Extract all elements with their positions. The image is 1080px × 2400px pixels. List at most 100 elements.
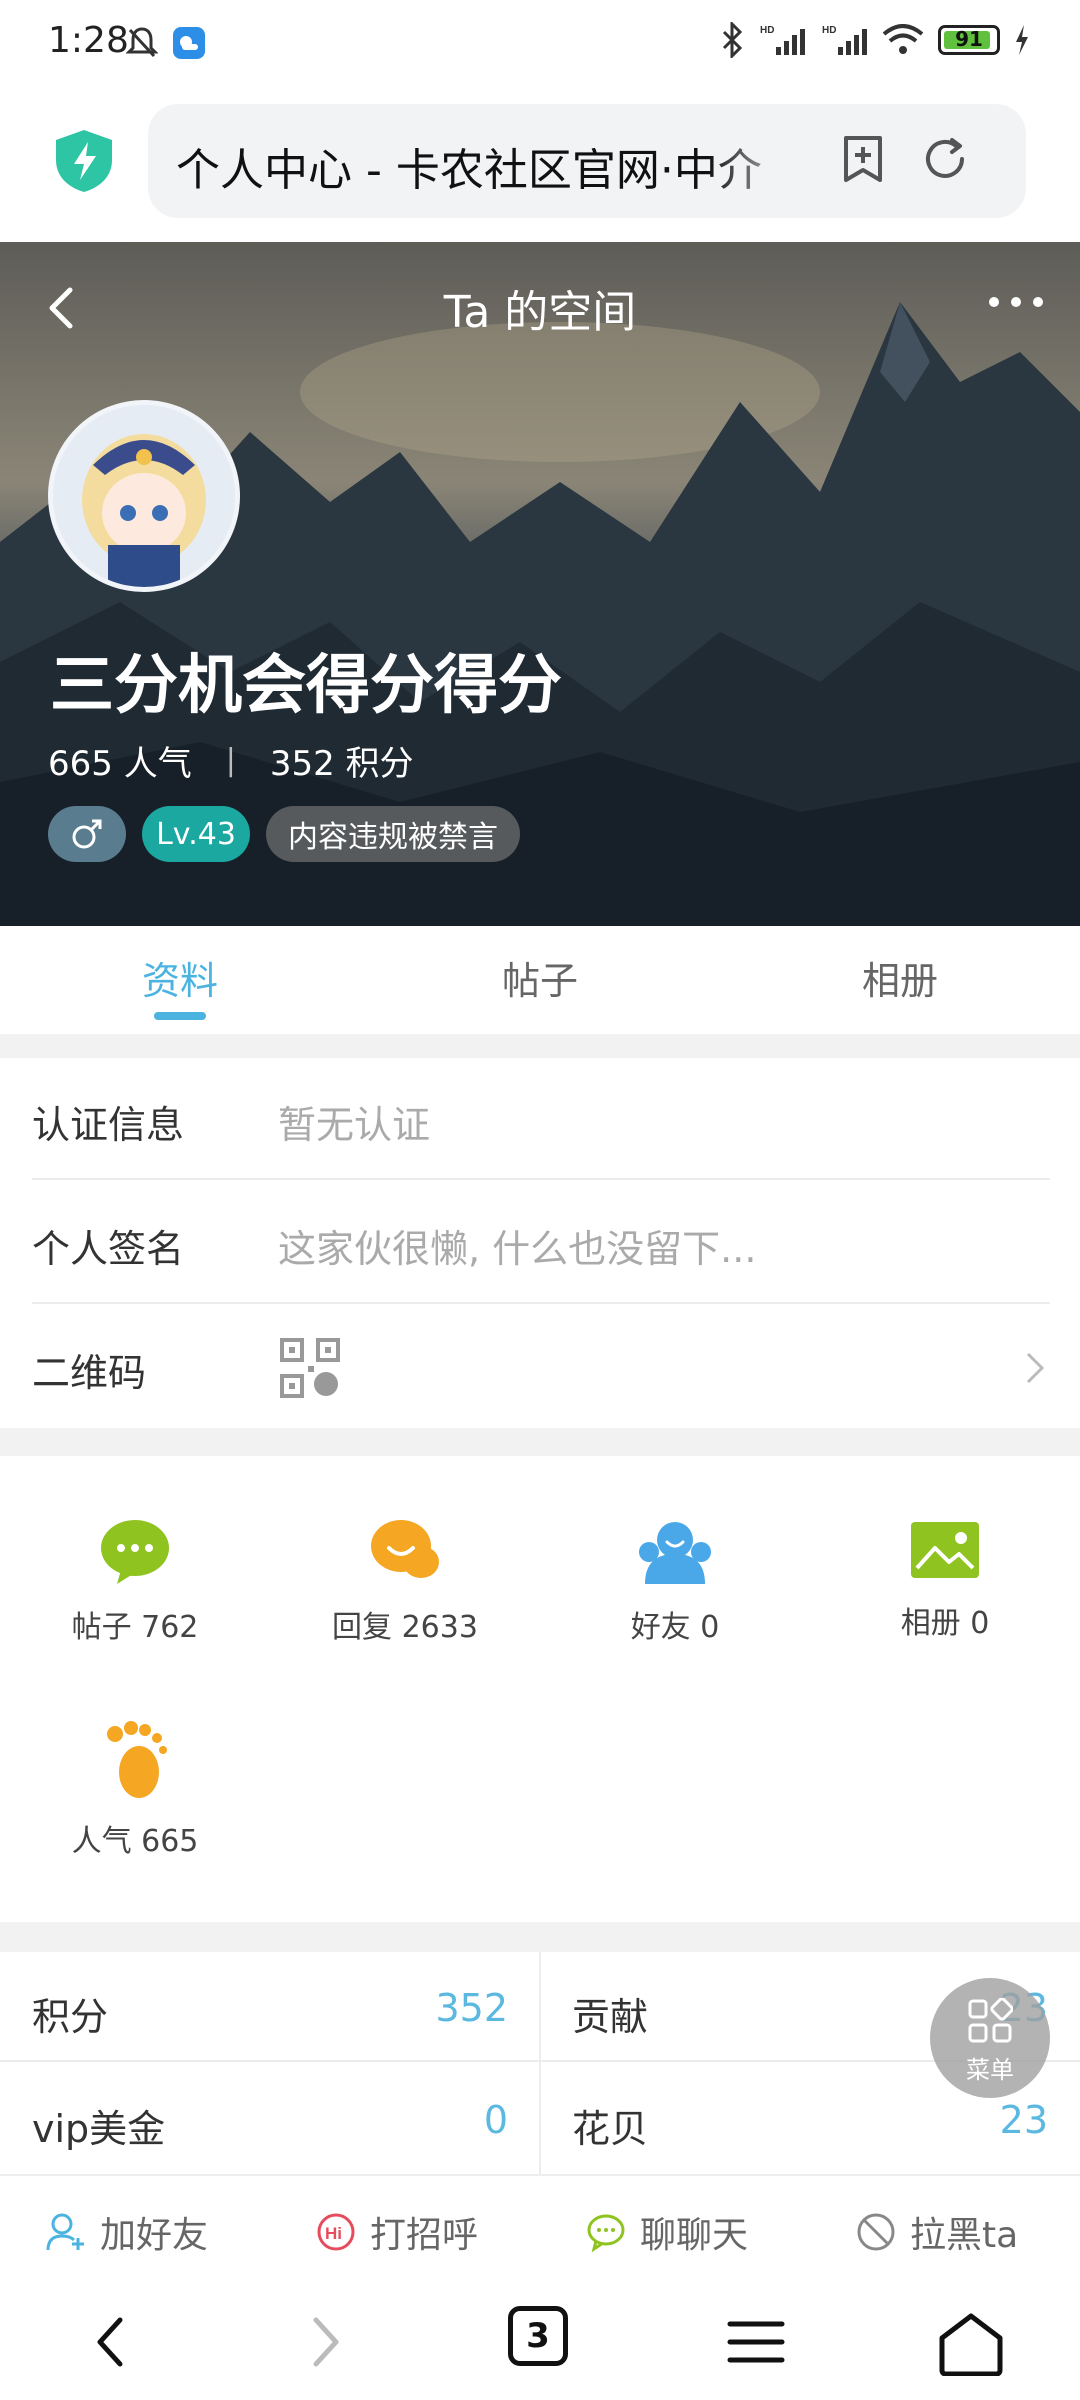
more-options-icon[interactable] [986,292,1046,312]
score-cell: 积分 352 [0,1952,540,2062]
footprint-icon [107,1721,167,1798]
cert-value: 暂无认证 [278,1103,431,1147]
menu-label: 菜单 [966,2056,1014,2084]
qr-code-row[interactable]: 二维码 [32,1306,1050,1428]
cert-label: 认证信息 [32,1103,185,1147]
address-bar[interactable]: 个人中心 - 卡农社区官网·中介 [148,104,1026,218]
greet-button[interactable]: Hi 打招呼 [316,2206,478,2258]
weather-icon [173,27,205,59]
section-divider [0,1034,1080,1058]
signature-label: 个人签名 [32,1227,185,1271]
page-title[interactable]: 个人中心 - 卡农社区官网·中介 [176,134,786,198]
tab-albums[interactable]: 相册 [720,926,1080,1034]
tab-posts-label: 帖子 [501,959,578,1003]
signature-row: 个人签名 这家伙很懒, 什么也没留下... [32,1182,1050,1304]
tab-albums-label: 相册 [861,959,938,1003]
bookmark-add-icon[interactable] [836,132,890,186]
nav-back-icon[interactable] [90,2312,130,2372]
user-stats: 665 人气 | 352 积分 [48,736,414,785]
flower-value: 23 [999,2098,1048,2142]
vip-value: 0 [483,2098,508,2142]
friends-icon [639,1522,711,1584]
mute-bell-icon [126,27,158,58]
add-friend-button[interactable]: 加好友 [46,2206,208,2258]
username: 三分机会得分得分 [50,649,562,723]
profile-tabs: 资料 帖子 相册 [0,926,1080,1034]
vip-cell: vip美金 0 [0,2064,540,2174]
action-bar: 加好友 Hi 打招呼 聊聊天 拉黑ta [0,2174,1080,2284]
tab-profile-label: 资料 [141,959,218,1003]
chat-label: 聊聊天 [640,2215,749,2256]
photo-icon [911,1522,979,1578]
points-count: 352 积分 [269,744,414,784]
popularity-grid-count: 人气 665 [71,1824,199,1859]
battery-icon: 91 [938,25,1000,55]
activity-grid: 帖子 762 回复 2633 好友 0 相册 0 人气 665 [0,1456,1080,1922]
profile-header: Ta 的空间 三分机会得分得分 665 人气 | 352 积分 Lv.43 内容… [0,242,1080,926]
level-badge: Lv.43 [142,806,250,862]
contribution-label: 贡献 [572,1995,649,2039]
status-bar: 1:28 HD HD 91 [0,0,1080,92]
browser-nav-bar: 3 [0,2284,1080,2400]
hamburger-menu-icon[interactable] [726,2312,786,2372]
reply-bubble-icon [371,1520,439,1578]
home-icon[interactable] [936,2312,1006,2376]
flower-label: 花贝 [572,2107,649,2151]
avatar-image [53,405,235,587]
grid-item-posts[interactable]: 帖子 762 [0,1518,270,1646]
section-divider [0,1922,1080,1952]
tab-posts[interactable]: 帖子 [360,926,720,1034]
vip-label: vip美金 [32,2107,166,2151]
chat-button[interactable]: 聊聊天 [586,2206,748,2258]
qr-code-icon [280,1338,340,1398]
score-value: 352 [435,1986,508,2030]
male-icon [72,819,102,849]
ban-badge: 内容违规被禁言 [266,806,520,862]
grid-item-friends[interactable]: 好友 0 [540,1518,810,1646]
add-user-icon [46,2213,84,2251]
browser-bar: 个人中心 - 卡农社区官网·中介 [0,92,1080,242]
battery-level: 91 [955,27,983,51]
signal-icon-2: HD [822,25,867,55]
svg-text:Hi: Hi [325,2224,342,2243]
tab-profile[interactable]: 资料 [0,926,360,1034]
popularity-count: 665 人气 [48,744,192,784]
status-time: 1:28 [48,20,129,61]
svg-text:HD: HD [760,25,774,36]
greet-label: 打招呼 [370,2215,479,2256]
score-label: 积分 [32,1995,109,2039]
signature-value: 这家伙很懒, 什么也没留下... [278,1227,757,1271]
block-button[interactable]: 拉黑ta [856,2206,1018,2258]
grid-item-albums[interactable]: 相册 0 [810,1518,1080,1642]
chevron-right-icon [1026,1352,1045,1384]
grid-item-replies[interactable]: 回复 2633 [270,1518,540,1646]
grid-menu-icon [968,1998,1013,2043]
space-title: Ta 的空间 [443,287,637,338]
signal-icon: HD [760,25,805,55]
nav-forward-icon[interactable] [306,2312,346,2372]
wifi-icon [882,24,924,54]
chat-icon [587,2214,625,2252]
block-label: 拉黑ta [910,2215,1019,2256]
block-icon [857,2213,895,2251]
svg-text:HD: HD [822,25,836,36]
avatar[interactable] [48,400,240,592]
refresh-icon[interactable] [918,132,972,186]
posts-count: 帖子 762 [71,1610,199,1645]
add-friend-label: 加好友 [100,2215,209,2256]
security-shield-icon[interactable] [52,128,116,194]
table-divider [539,1952,541,2174]
grid-item-popularity[interactable]: 人气 665 [0,1720,270,1860]
replies-count: 回复 2633 [332,1610,478,1645]
bluetooth-icon [722,22,743,58]
section-divider [0,1428,1080,1456]
qr-code-label: 二维码 [32,1351,147,1395]
floating-menu-button[interactable]: 菜单 [930,1978,1050,2098]
gender-badge [48,806,126,862]
tab-indicator [154,1012,206,1020]
friends-count: 好友 0 [630,1610,720,1645]
albums-count: 相册 0 [900,1606,990,1641]
hi-icon: Hi [317,2213,355,2251]
charging-icon [1016,25,1028,55]
tab-count-button[interactable]: 3 [508,2306,568,2366]
